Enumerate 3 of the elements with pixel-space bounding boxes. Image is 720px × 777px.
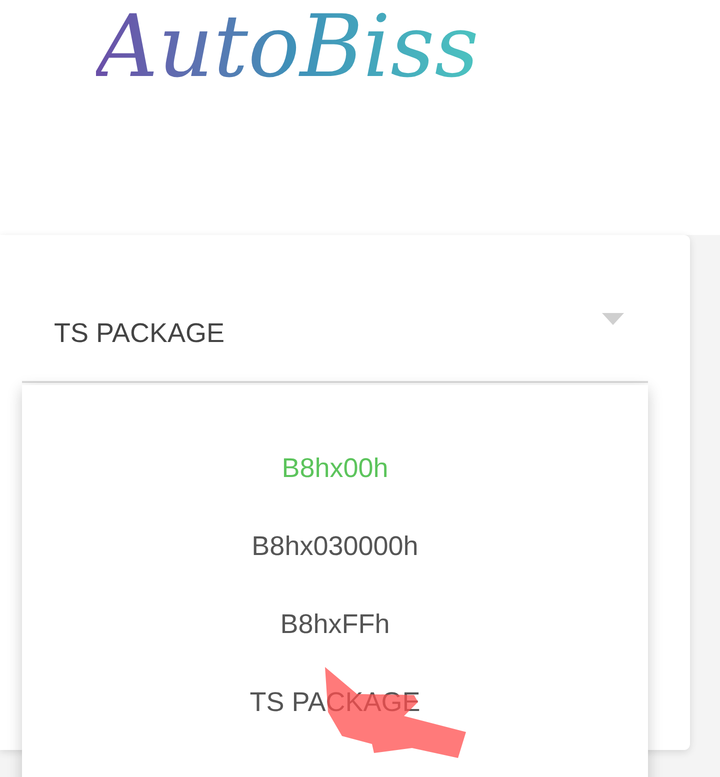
- menu-item[interactable]: B8hx030000h: [22, 507, 648, 585]
- select-field[interactable]: TS PACKAGE: [22, 297, 648, 383]
- menu-item[interactable]: B8hxFFh: [22, 585, 648, 663]
